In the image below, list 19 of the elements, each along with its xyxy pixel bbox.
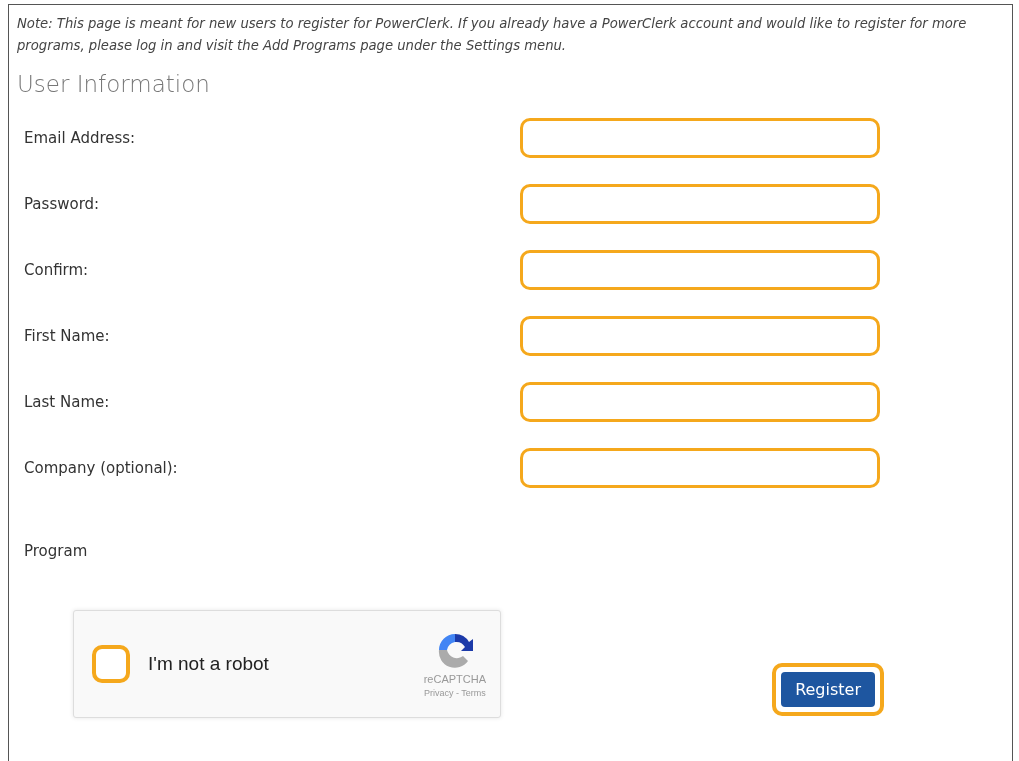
input-field[interactable] — [520, 118, 880, 158]
captcha-brand: reCAPTCHA — [423, 673, 486, 685]
field-label: Email Address: — [24, 129, 137, 147]
input-field[interactable] — [520, 448, 880, 488]
note-text: Note: This page is meant for new users to register for PowerClerk. If you already have a PowerClerk account and would like to register for more programs, please log in and visit the Add Programs page under the Settings menu. — [17, 15, 968, 55]
section-title: User Information — [17, 71, 211, 97]
input-field[interactable] — [520, 184, 880, 224]
field-label: Password: — [24, 195, 101, 213]
field-label: Confirm: — [24, 261, 90, 279]
input-field[interactable] — [520, 250, 880, 290]
field-label: Company (optional): — [24, 459, 179, 477]
captcha-label: I'm not a robot — [148, 653, 270, 675]
register-button[interactable]: Register — [781, 672, 875, 707]
input-field[interactable] — [520, 316, 880, 356]
input-field[interactable] — [520, 382, 880, 422]
field-label: Program — [24, 542, 88, 560]
captcha-checkbox[interactable] — [92, 645, 130, 683]
field-label: Last Name: — [24, 393, 111, 411]
field-label: First Name: — [24, 327, 111, 345]
